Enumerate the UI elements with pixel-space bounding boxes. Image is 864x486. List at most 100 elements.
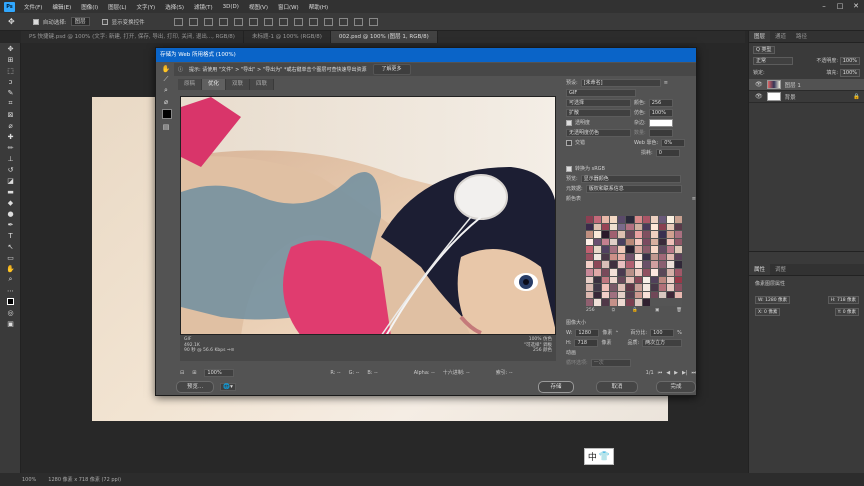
artboard-tool-icon[interactable]: ⊞: [0, 54, 21, 65]
done-button[interactable]: 完成: [656, 381, 696, 393]
color-table-swatch[interactable]: [634, 238, 642, 246]
color-table-swatch[interactable]: [586, 269, 594, 276]
color-table-swatch[interactable]: [674, 231, 682, 238]
lossy-input[interactable]: 0: [655, 148, 680, 157]
quality-dropdown[interactable]: 两次立方: [642, 338, 683, 347]
color-table-swatch[interactable]: [658, 276, 666, 284]
interlaced-checkbox[interactable]: [566, 139, 572, 146]
color-table-swatch[interactable]: [642, 269, 650, 276]
color-table-swatch[interactable]: [610, 284, 618, 291]
color-table-swatch[interactable]: [610, 299, 618, 306]
menu-view[interactable]: 视图(V): [244, 3, 273, 11]
color-table-swatch[interactable]: [666, 253, 674, 261]
color-table-swatch[interactable]: [674, 246, 682, 253]
color-table-swatch[interactable]: [634, 276, 642, 284]
color-table-swatch[interactable]: [602, 284, 610, 291]
layer-item-background[interactable]: 👁 背景 🔒: [749, 91, 864, 103]
prev-frame-icon[interactable]: ◀: [666, 370, 670, 376]
color-table-swatch[interactable]: [610, 276, 618, 284]
move-tool-icon[interactable]: ✥: [8, 17, 15, 26]
eyedropper-tool-icon[interactable]: ⌀: [0, 120, 21, 131]
brush-tool-icon[interactable]: ✏: [0, 142, 21, 153]
color-table-swatch[interactable]: [626, 276, 634, 284]
blend-mode-dropdown[interactable]: 正常: [753, 56, 793, 65]
amount-input[interactable]: [648, 128, 673, 137]
zoom-tool-icon[interactable]: ⌕: [0, 274, 21, 285]
color-table-swatch[interactable]: [666, 284, 674, 291]
color-swatches-icon[interactable]: [0, 296, 21, 307]
color-table-swatch[interactable]: [602, 253, 610, 261]
tab-paths[interactable]: 路径: [791, 31, 812, 42]
color-table-swatch[interactable]: [634, 269, 642, 276]
tab-4up[interactable]: 四联: [250, 79, 275, 90]
color-table-swatch[interactable]: [618, 216, 626, 223]
move-tool-icon[interactable]: ✥: [0, 43, 21, 54]
eye-icon[interactable]: 👁: [755, 81, 763, 88]
tab-ps-shortcuts[interactable]: PS 快捷键.psd @ 100% (文字: 新建, 打开, 保存, 导出, 打…: [21, 31, 244, 43]
color-table-swatch[interactable]: [650, 291, 658, 299]
color-table-swatch[interactable]: [602, 231, 610, 238]
color-table-swatch[interactable]: [634, 291, 642, 299]
lasso-tool-icon[interactable]: ↄ: [0, 76, 21, 87]
color-table-swatch[interactable]: [626, 299, 634, 306]
color-table-swatch[interactable]: [586, 238, 594, 246]
color-table-swatch[interactable]: [626, 223, 634, 231]
menu-file[interactable]: 文件(F): [19, 3, 47, 11]
color-table-swatch[interactable]: [626, 216, 634, 223]
zoom-tool-icon[interactable]: ⌕: [160, 85, 172, 96]
color-table-swatch[interactable]: [618, 299, 626, 306]
color-table-swatch[interactable]: [642, 246, 650, 253]
eyedropper-color-swatch[interactable]: [162, 109, 172, 119]
color-table-swatch[interactable]: [602, 246, 610, 253]
color-table-swatch[interactable]: [594, 291, 602, 299]
distribute-bottom-icon[interactable]: [293, 17, 303, 26]
color-table-swatch[interactable]: [642, 238, 650, 246]
color-table-swatch[interactable]: [666, 223, 674, 231]
browser-select-icon[interactable]: 🌐▾: [220, 383, 236, 391]
preset-dropdown[interactable]: [未命名]: [580, 78, 661, 87]
metadata-dropdown[interactable]: 版权和联系信息: [585, 184, 682, 193]
color-table-swatch[interactable]: [586, 299, 594, 306]
color-table-swatch[interactable]: [610, 246, 618, 253]
color-table-swatch[interactable]: [658, 284, 666, 291]
zoom-out-icon[interactable]: ⊟: [180, 370, 184, 376]
preview-in-browser-button[interactable]: 预览...: [176, 381, 215, 393]
dither-algo-dropdown[interactable]: 扩散: [566, 108, 631, 117]
crop-tool-icon[interactable]: ⌗: [0, 98, 21, 109]
color-table-swatch[interactable]: [642, 291, 650, 299]
lock-color-icon[interactable]: 🔒: [632, 308, 638, 313]
color-table-swatch[interactable]: [658, 216, 666, 223]
color-table-swatch[interactable]: [642, 223, 650, 231]
color-table-swatch[interactable]: [642, 216, 650, 223]
color-table-swatch[interactable]: [610, 253, 618, 261]
gradient-tool-icon[interactable]: ▬: [0, 186, 21, 197]
color-table-grid[interactable]: [586, 216, 682, 306]
color-table-swatch[interactable]: [674, 238, 682, 246]
color-table-swatch[interactable]: [658, 223, 666, 231]
color-table-swatch[interactable]: [634, 223, 642, 231]
color-table-swatch[interactable]: [586, 284, 594, 291]
stamp-tool-icon[interactable]: ⊥: [0, 153, 21, 164]
toggle-slices-icon[interactable]: ▤: [160, 121, 172, 132]
tab-untitled-1[interactable]: 未标题-1 @ 100% (RGB/8): [244, 31, 331, 43]
hand-tool-icon[interactable]: ✋: [0, 263, 21, 274]
color-table-swatch[interactable]: [650, 269, 658, 276]
convert-srgb-checkbox[interactable]: [566, 165, 572, 172]
color-table-swatch[interactable]: [602, 238, 610, 246]
color-table-swatch[interactable]: [618, 238, 626, 246]
menu-select[interactable]: 选择(S): [160, 3, 189, 11]
slice-select-tool-icon[interactable]: ⟋: [160, 74, 172, 85]
menu-image[interactable]: 图像(I): [76, 3, 103, 11]
color-table-swatch[interactable]: [586, 276, 594, 284]
optimized-preview-image[interactable]: [180, 96, 556, 335]
hand-tool-icon[interactable]: ✋: [160, 63, 172, 74]
color-table-swatch[interactable]: [666, 246, 674, 253]
color-table-swatch[interactable]: [634, 261, 642, 269]
first-frame-icon[interactable]: ⏮: [658, 370, 663, 376]
colors-input[interactable]: 256: [648, 98, 673, 107]
new-color-icon[interactable]: ▣: [655, 308, 659, 313]
color-table-swatch[interactable]: [650, 253, 658, 261]
align-middle-icon[interactable]: [188, 17, 198, 26]
prop-x[interactable]: X: 0 像素: [755, 308, 781, 316]
eye-icon[interactable]: 👁: [755, 93, 763, 100]
